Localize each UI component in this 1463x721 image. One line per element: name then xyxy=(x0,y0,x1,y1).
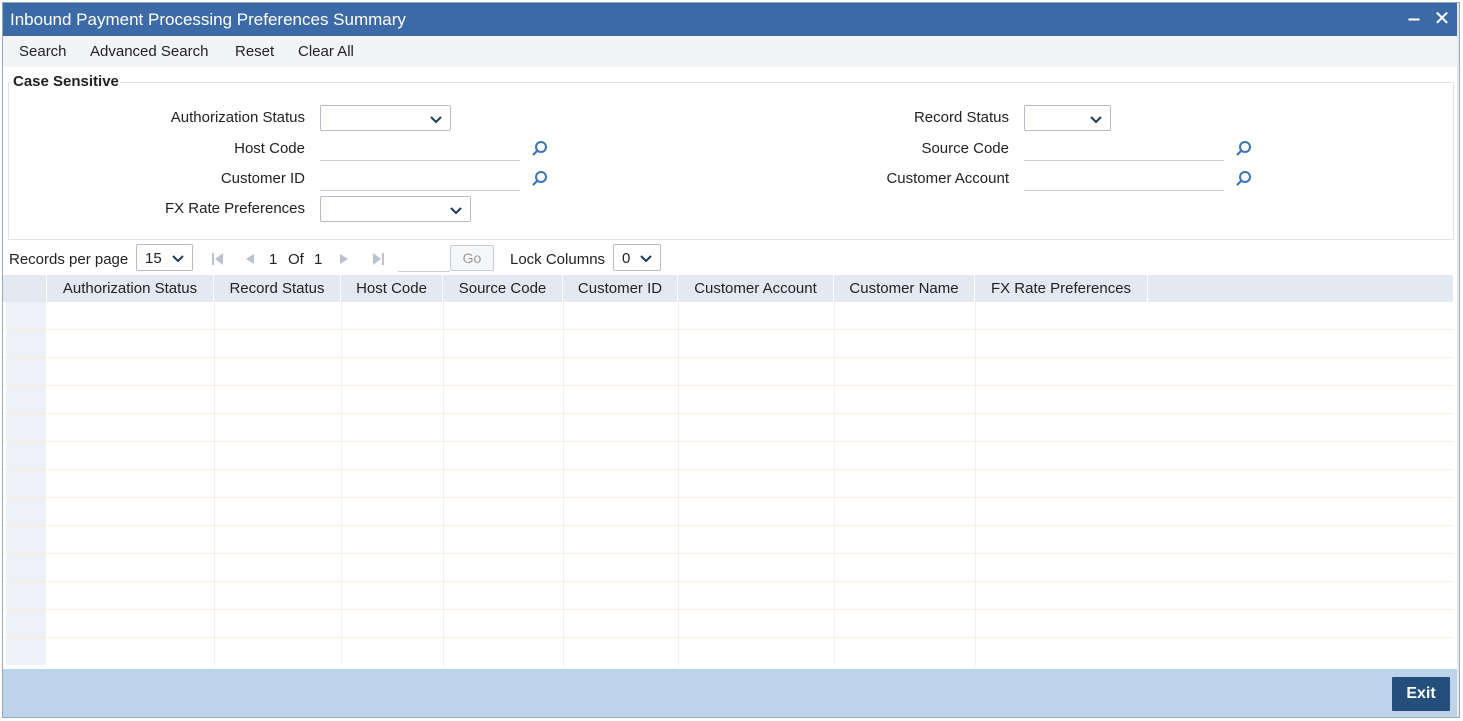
column-divider xyxy=(214,302,215,666)
column-divider xyxy=(975,302,976,666)
table-row[interactable] xyxy=(3,498,1453,526)
window-edge xyxy=(1457,3,1459,717)
row-selector[interactable] xyxy=(6,330,46,357)
records-per-page-value: 15 xyxy=(145,250,162,267)
previous-page-icon[interactable] xyxy=(242,251,258,267)
column-header-authorization-status[interactable]: Authorization Status xyxy=(47,275,214,302)
host-code-input[interactable] xyxy=(320,135,520,161)
search-menu-item[interactable]: Search xyxy=(19,43,67,60)
source-code-search-icon[interactable] xyxy=(1235,140,1253,158)
column-header-host-code[interactable]: Host Code xyxy=(341,275,443,302)
table-row[interactable] xyxy=(3,330,1453,358)
summary-window: Inbound Payment Processing Preferences S… xyxy=(2,2,1460,718)
table-row[interactable] xyxy=(3,302,1453,330)
column-header-customer-account[interactable]: Customer Account xyxy=(678,275,834,302)
table-row[interactable] xyxy=(3,442,1453,470)
select-all-header[interactable] xyxy=(3,275,47,302)
column-header-record-status[interactable]: Record Status xyxy=(214,275,341,302)
record-status-select[interactable] xyxy=(1024,105,1111,131)
chevron-down-icon xyxy=(172,255,184,263)
row-selector[interactable] xyxy=(6,582,46,609)
results-grid-header: Authorization Status Record Status Host … xyxy=(3,275,1453,302)
close-icon: ✕ xyxy=(1433,8,1451,30)
fx-rate-preferences-label: FX Rate Preferences xyxy=(164,200,305,217)
reset-menu-item[interactable]: Reset xyxy=(235,43,274,60)
clear-all-menu-item[interactable]: Clear All xyxy=(298,43,354,60)
last-page-icon[interactable] xyxy=(370,251,386,267)
lock-columns-select[interactable]: 0 xyxy=(613,244,661,271)
fx-rate-preferences-select[interactable] xyxy=(320,196,471,222)
first-page-icon[interactable] xyxy=(210,251,226,267)
row-selector[interactable] xyxy=(6,554,46,581)
chevron-down-icon xyxy=(1090,116,1102,124)
chevron-down-icon xyxy=(430,116,442,124)
minimize-icon: ‒ xyxy=(1408,8,1420,30)
row-selector[interactable] xyxy=(6,470,46,497)
case-sensitive-legend: Case Sensitive xyxy=(12,73,120,90)
window-title: Inbound Payment Processing Preferences S… xyxy=(10,10,406,29)
table-row[interactable] xyxy=(3,470,1453,498)
table-row[interactable] xyxy=(3,358,1453,386)
host-code-search-icon[interactable] xyxy=(531,140,549,158)
table-row[interactable] xyxy=(3,554,1453,582)
go-button[interactable]: Go xyxy=(450,245,494,271)
minimize-button[interactable]: ‒ xyxy=(1403,7,1425,31)
column-divider xyxy=(563,302,564,666)
column-header-customer-id[interactable]: Customer ID xyxy=(563,275,678,302)
customer-account-label: Customer Account xyxy=(886,170,1009,187)
table-row[interactable] xyxy=(3,414,1453,442)
records-per-page-select[interactable]: 15 xyxy=(136,244,193,271)
chevron-down-icon xyxy=(450,207,462,215)
footer-bar: Exit xyxy=(3,669,1459,717)
close-button[interactable]: ✕ xyxy=(1431,7,1453,31)
pagination-bar: Records per page 15 1 Of 1 Go Lock Colum… xyxy=(3,243,1459,275)
records-per-page-label: Records per page xyxy=(9,251,129,268)
of-label: Of xyxy=(288,251,304,268)
advanced-search-menu-item[interactable]: Advanced Search xyxy=(90,43,208,60)
column-header-fx-rate-preferences[interactable]: FX Rate Preferences xyxy=(975,275,1148,302)
customer-account-input[interactable] xyxy=(1024,165,1224,191)
table-row[interactable] xyxy=(3,582,1453,610)
table-row[interactable] xyxy=(3,386,1453,414)
column-header-source-code[interactable]: Source Code xyxy=(443,275,563,302)
authorization-status-label: Authorization Status xyxy=(170,109,305,126)
page-number-input[interactable] xyxy=(398,245,450,272)
menu-bar: Search Advanced Search Reset Clear All xyxy=(3,36,1459,67)
row-selector[interactable] xyxy=(6,358,46,385)
host-code-label: Host Code xyxy=(234,140,305,157)
total-pages: 1 xyxy=(314,251,323,268)
customer-id-label: Customer ID xyxy=(220,170,305,187)
source-code-label: Source Code xyxy=(921,140,1009,157)
lock-columns-value: 0 xyxy=(622,250,631,267)
customer-id-input[interactable] xyxy=(320,165,520,191)
row-selector[interactable] xyxy=(6,414,46,441)
row-selector[interactable] xyxy=(6,638,46,665)
row-selector[interactable] xyxy=(6,302,46,329)
current-page: 1 xyxy=(269,251,278,268)
authorization-status-select[interactable] xyxy=(320,105,451,131)
exit-button[interactable]: Exit xyxy=(1392,677,1450,711)
title-bar: Inbound Payment Processing Preferences S… xyxy=(3,3,1459,36)
column-header-customer-name[interactable]: Customer Name xyxy=(834,275,975,302)
record-status-label: Record Status xyxy=(913,109,1009,126)
table-row[interactable] xyxy=(3,610,1453,638)
table-row[interactable] xyxy=(3,638,1453,666)
row-selector[interactable] xyxy=(6,526,46,553)
chevron-down-icon xyxy=(640,255,652,263)
next-page-icon[interactable] xyxy=(336,251,352,267)
results-grid-body xyxy=(3,302,1453,666)
source-code-input[interactable] xyxy=(1024,135,1224,161)
row-selector[interactable] xyxy=(6,386,46,413)
table-row[interactable] xyxy=(3,526,1453,554)
row-selector[interactable] xyxy=(6,610,46,637)
column-divider xyxy=(678,302,679,666)
column-divider xyxy=(341,302,342,666)
customer-account-search-icon[interactable] xyxy=(1235,170,1253,188)
row-selector[interactable] xyxy=(6,442,46,469)
lock-columns-label: Lock Columns xyxy=(510,251,606,268)
column-divider xyxy=(443,302,444,666)
customer-id-search-icon[interactable] xyxy=(531,170,549,188)
column-divider xyxy=(834,302,835,666)
row-selector[interactable] xyxy=(6,498,46,525)
